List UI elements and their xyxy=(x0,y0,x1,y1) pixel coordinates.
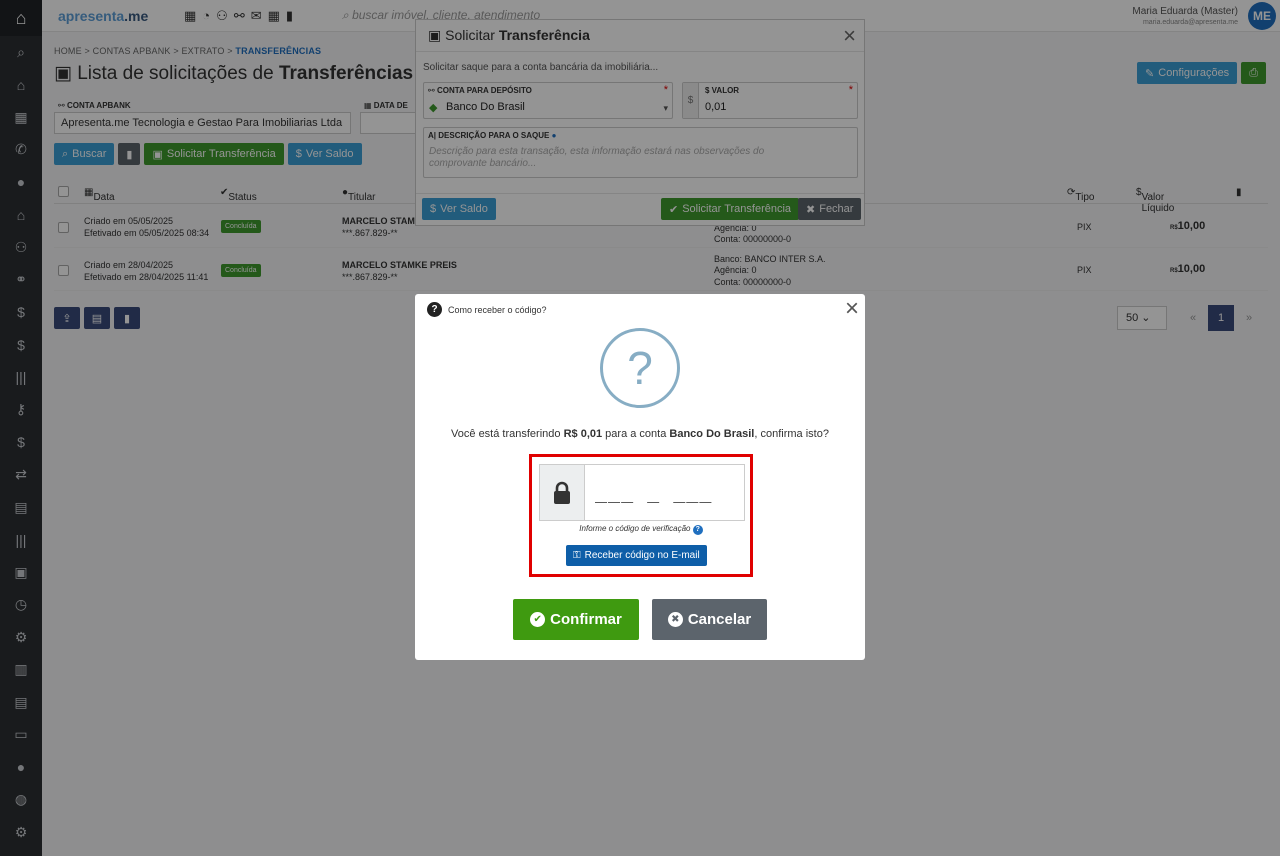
confirm-text-2: para a conta xyxy=(605,428,667,440)
confirm-text-3: , confirma isto? xyxy=(754,428,829,440)
confirm-modal: ? Como receber o código? × ? Você está t… xyxy=(415,294,865,660)
receive-email-code-label: Receber código no E-mail xyxy=(584,550,700,561)
confirm-text-1: Você está transferindo xyxy=(451,428,561,440)
confirm-message: Você está transferindo R$ 0,01 para a co… xyxy=(415,428,865,440)
cancel-button-label: Cancelar xyxy=(687,611,752,628)
help-icon[interactable]: ? xyxy=(692,524,703,535)
verification-code-input[interactable]: ___ _ ___ xyxy=(539,464,745,521)
cancel-button[interactable]: ✖ Cancelar xyxy=(652,599,767,640)
key-icon: ⚿ xyxy=(573,550,581,561)
confirm-amount: R$ 0,01 xyxy=(563,428,603,440)
receive-email-code-button[interactable]: ⚿ Receber código no E-mail xyxy=(566,545,707,566)
confirm-modal-close-icon[interactable]: × xyxy=(845,295,859,323)
question-icon: ? xyxy=(427,302,442,317)
check-circle-icon: ✔ xyxy=(530,612,546,627)
confirm-modal-header: ? Como receber o código? xyxy=(427,302,547,317)
confirm-modal-title: Como receber o código? xyxy=(448,304,547,315)
question-circle-icon: ? xyxy=(600,328,680,408)
x-circle-icon: ✖ xyxy=(667,612,683,627)
confirm-button-label: Confirmar xyxy=(550,611,622,628)
confirm-bank: Banco Do Brasil xyxy=(669,428,755,440)
code-hint: Informe o código de verificação ? xyxy=(532,524,750,535)
code-hint-text: Informe o código de verificação xyxy=(579,524,691,533)
verification-code-value: ___ _ ___ xyxy=(595,479,713,503)
lock-icon xyxy=(540,465,585,520)
confirm-button[interactable]: ✔ Confirmar xyxy=(513,599,639,640)
verification-highlight: ___ _ ___ Informe o código de verificaçã… xyxy=(529,454,753,577)
